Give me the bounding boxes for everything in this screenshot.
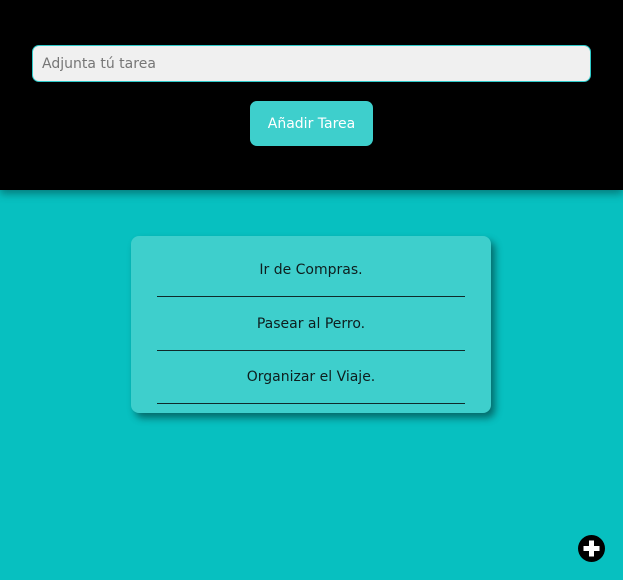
task-item[interactable]: Pasear al Perro. [157, 298, 465, 351]
task-item-label: Pasear al Perro. [256, 316, 366, 332]
add-floating-button[interactable] [578, 535, 605, 562]
header-bar: Añadir Tarea [0, 0, 623, 190]
task-item[interactable]: Organizar el Viaje. [157, 351, 465, 404]
task-item-label: Ir de Compras. [259, 262, 363, 278]
task-input[interactable] [32, 45, 591, 82]
add-task-button[interactable]: Añadir Tarea [250, 101, 373, 146]
plus-icon [583, 540, 600, 557]
task-item[interactable]: Ir de Compras. [157, 244, 465, 297]
task-list-card: Ir de Compras. Pasear al Perro. Organiza… [131, 236, 491, 413]
task-item-label: Organizar el Viaje. [246, 369, 376, 385]
